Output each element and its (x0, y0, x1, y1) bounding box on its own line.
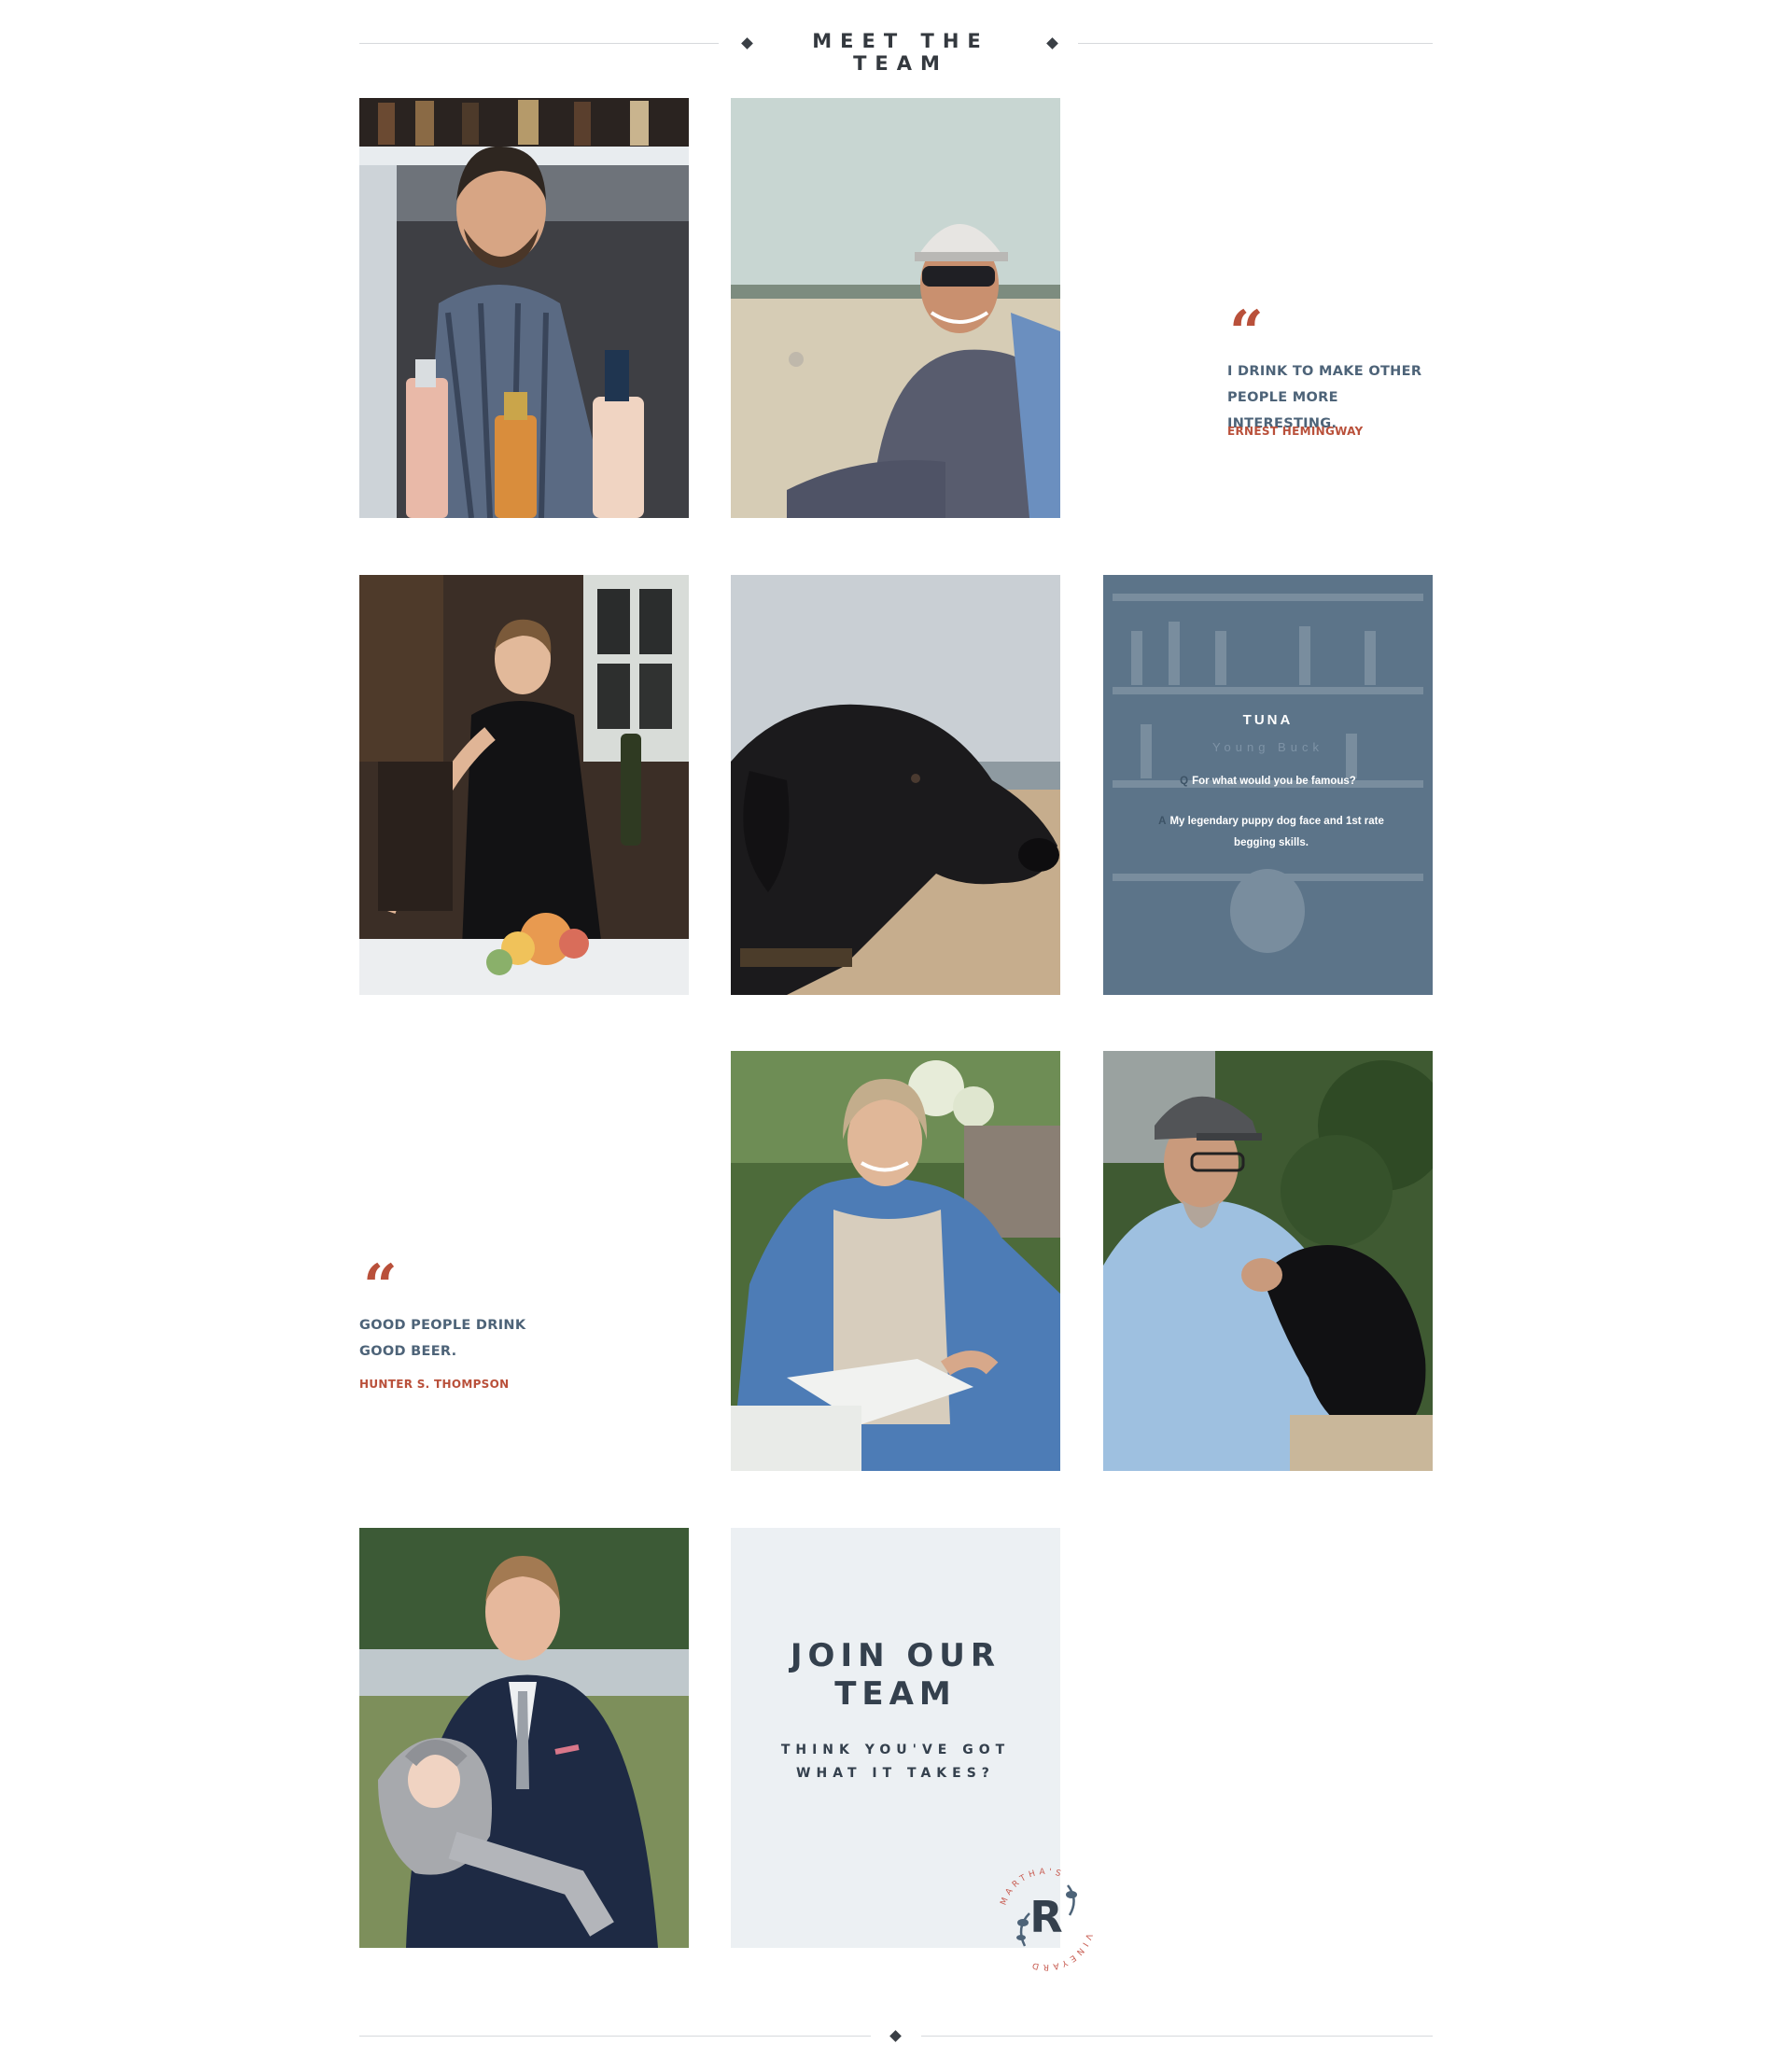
question-letter: Q (1180, 776, 1189, 787)
footer-rule-left (359, 2036, 871, 2037)
footer-divider (359, 2027, 1433, 2046)
quote-icon: “ (1229, 298, 1264, 368)
team-photo-man-with-puppy[interactable] (1103, 1051, 1433, 1471)
quote-text: GOOD PEOPLE DRINK GOOD BEER. (359, 1318, 526, 1359)
diamond-icon (889, 2030, 902, 2042)
team-photo-man-with-baby[interactable] (359, 1528, 689, 1948)
join-title: JOIN OUR TEAM (790, 1637, 1001, 1713)
quote-author: ERNEST HEMINGWAY (1227, 425, 1364, 438)
answer-text: My legendary puppy dog face and 1st rate… (1169, 816, 1384, 848)
team-photo-dog[interactable] (731, 575, 1060, 995)
header-rule-left (359, 43, 719, 44)
member-name: TUNA (1242, 712, 1294, 728)
quote-card: “ I DRINK TO MAKE OTHER PEOPLE MORE INTE… (1103, 98, 1433, 518)
logo-badge[interactable]: MARTHA'S VINEYARD R (987, 1857, 1105, 1975)
footer-rule-right (921, 2036, 1433, 2037)
answer-letter: A (1158, 816, 1167, 827)
team-photo-beach-man[interactable] (731, 98, 1060, 518)
header-rule-right (1078, 43, 1433, 44)
member-card-tuna[interactable]: TUNA Young Buck Q For what would you be f… (1103, 575, 1433, 995)
section-header: MEET THE TEAM (359, 26, 1433, 75)
logo-letter: R (1029, 1892, 1062, 1942)
section-title: MEET THE TEAM (812, 30, 989, 75)
quote-author: HUNTER S. THOMPSON (359, 1378, 510, 1391)
quote-card: “ GOOD PEOPLE DRINK GOOD BEER. HUNTER S.… (359, 1051, 689, 1471)
diamond-icon (741, 37, 753, 49)
quote-icon: “ (363, 1252, 398, 1322)
member-answer: A My legendary puppy dog face and 1st rat… (1155, 811, 1388, 854)
team-photo-server[interactable] (359, 575, 689, 995)
team-photo-bartender[interactable] (359, 98, 689, 518)
member-role: Young Buck (1212, 740, 1323, 754)
member-question: Q For what would you be famous? (1103, 776, 1433, 787)
diamond-icon (1046, 37, 1058, 49)
join-subtitle: THINK YOU'VE GOT WHAT IT TAKES? (780, 1743, 1011, 1781)
question-text: For what would you be famous? (1192, 776, 1356, 787)
team-photo-woman[interactable] (731, 1051, 1060, 1471)
